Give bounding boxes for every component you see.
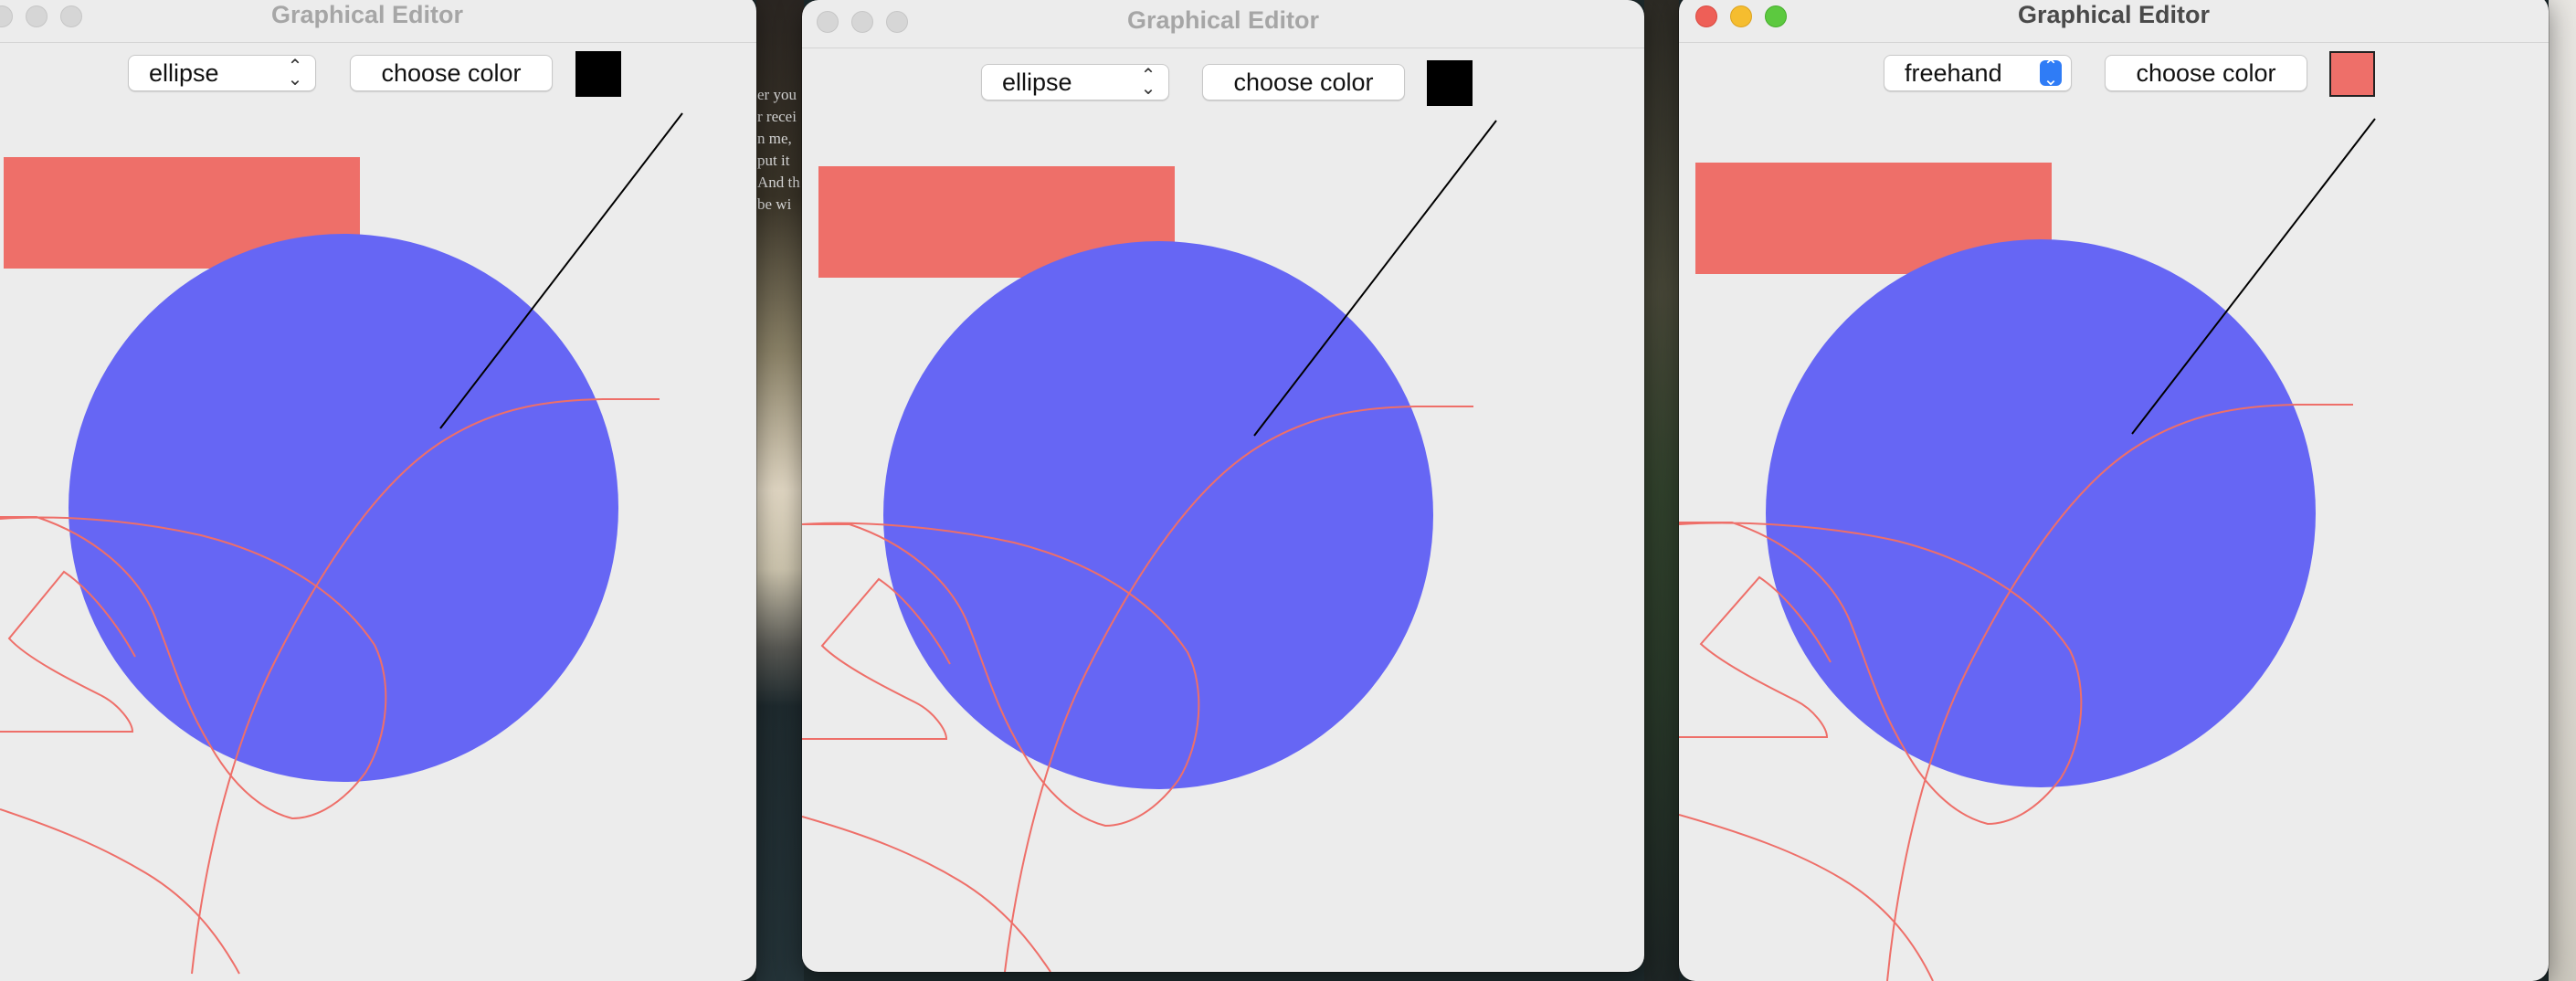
desktop-background bbox=[1644, 0, 1679, 981]
editor-window: Graphical Editor ellipse ⌃ ⌄ choose color bbox=[802, 0, 1644, 972]
drawing-group bbox=[802, 120, 1497, 972]
shape-select-value: ellipse bbox=[1002, 69, 1072, 96]
shape-select-value: ellipse bbox=[149, 59, 219, 87]
ellipse-shape bbox=[1766, 239, 2316, 787]
choose-color-button[interactable]: choose color bbox=[1202, 64, 1405, 100]
ellipse-shape bbox=[883, 241, 1433, 789]
desktop-background bbox=[2549, 0, 2576, 981]
canvas-drawing bbox=[1679, 118, 2376, 981]
window-title: Graphical Editor bbox=[2017, 1, 2211, 28]
current-color-swatch[interactable] bbox=[2329, 51, 2375, 97]
current-color-swatch[interactable] bbox=[1427, 60, 1473, 106]
desktop-wallpaper-text: er you r recei n me, put it And th be wi bbox=[757, 86, 800, 213]
window-titlebar[interactable]: Graphical Editor bbox=[1679, 0, 2549, 43]
shape-select[interactable]: freehand ⌃ ⌄ bbox=[1884, 55, 2072, 91]
canvas-drawing bbox=[0, 112, 683, 975]
drawing-canvas[interactable] bbox=[0, 102, 756, 981]
canvas-drawing bbox=[802, 120, 1497, 972]
window-titlebar[interactable]: Graphical Editor bbox=[0, 0, 756, 43]
freehand-stroke bbox=[802, 816, 1051, 972]
choose-color-button[interactable]: choose color bbox=[350, 55, 553, 91]
window-titlebar[interactable]: Graphical Editor bbox=[802, 0, 1644, 48]
drawing-canvas[interactable] bbox=[1679, 102, 2549, 981]
drawing-group bbox=[1679, 118, 2376, 981]
chevron-updown-icon: ⌃ ⌄ bbox=[287, 57, 303, 90]
drawing-canvas[interactable] bbox=[802, 108, 1644, 972]
shape-select-value: freehand bbox=[1905, 59, 2002, 87]
choose-color-button[interactable]: choose color bbox=[2105, 55, 2307, 91]
chevron-updown-icon: ⌃ ⌄ bbox=[2040, 58, 2062, 89]
editor-window: Graphical Editor ellipse ⌃ ⌄ choose color bbox=[0, 0, 756, 981]
current-color-swatch[interactable] bbox=[575, 51, 621, 97]
toolbar: ellipse ⌃ ⌄ choose color bbox=[802, 53, 1644, 108]
window-title: Graphical Editor bbox=[270, 1, 464, 28]
freehand-stroke bbox=[1679, 814, 1934, 981]
shape-select[interactable]: ellipse ⌃ ⌄ bbox=[128, 55, 316, 91]
toolbar: freehand ⌃ ⌄ choose color bbox=[1679, 47, 2549, 102]
ellipse-shape bbox=[69, 234, 618, 782]
shape-select[interactable]: ellipse ⌃ ⌄ bbox=[981, 64, 1169, 100]
chevron-updown-icon: ⌃ ⌄ bbox=[1140, 66, 1156, 99]
editor-window: Graphical Editor freehand ⌃ ⌄ choose colo… bbox=[1679, 0, 2549, 981]
toolbar: ellipse ⌃ ⌄ choose color bbox=[0, 47, 756, 102]
drawing-group bbox=[0, 112, 683, 975]
window-title: Graphical Editor bbox=[1126, 6, 1320, 34]
